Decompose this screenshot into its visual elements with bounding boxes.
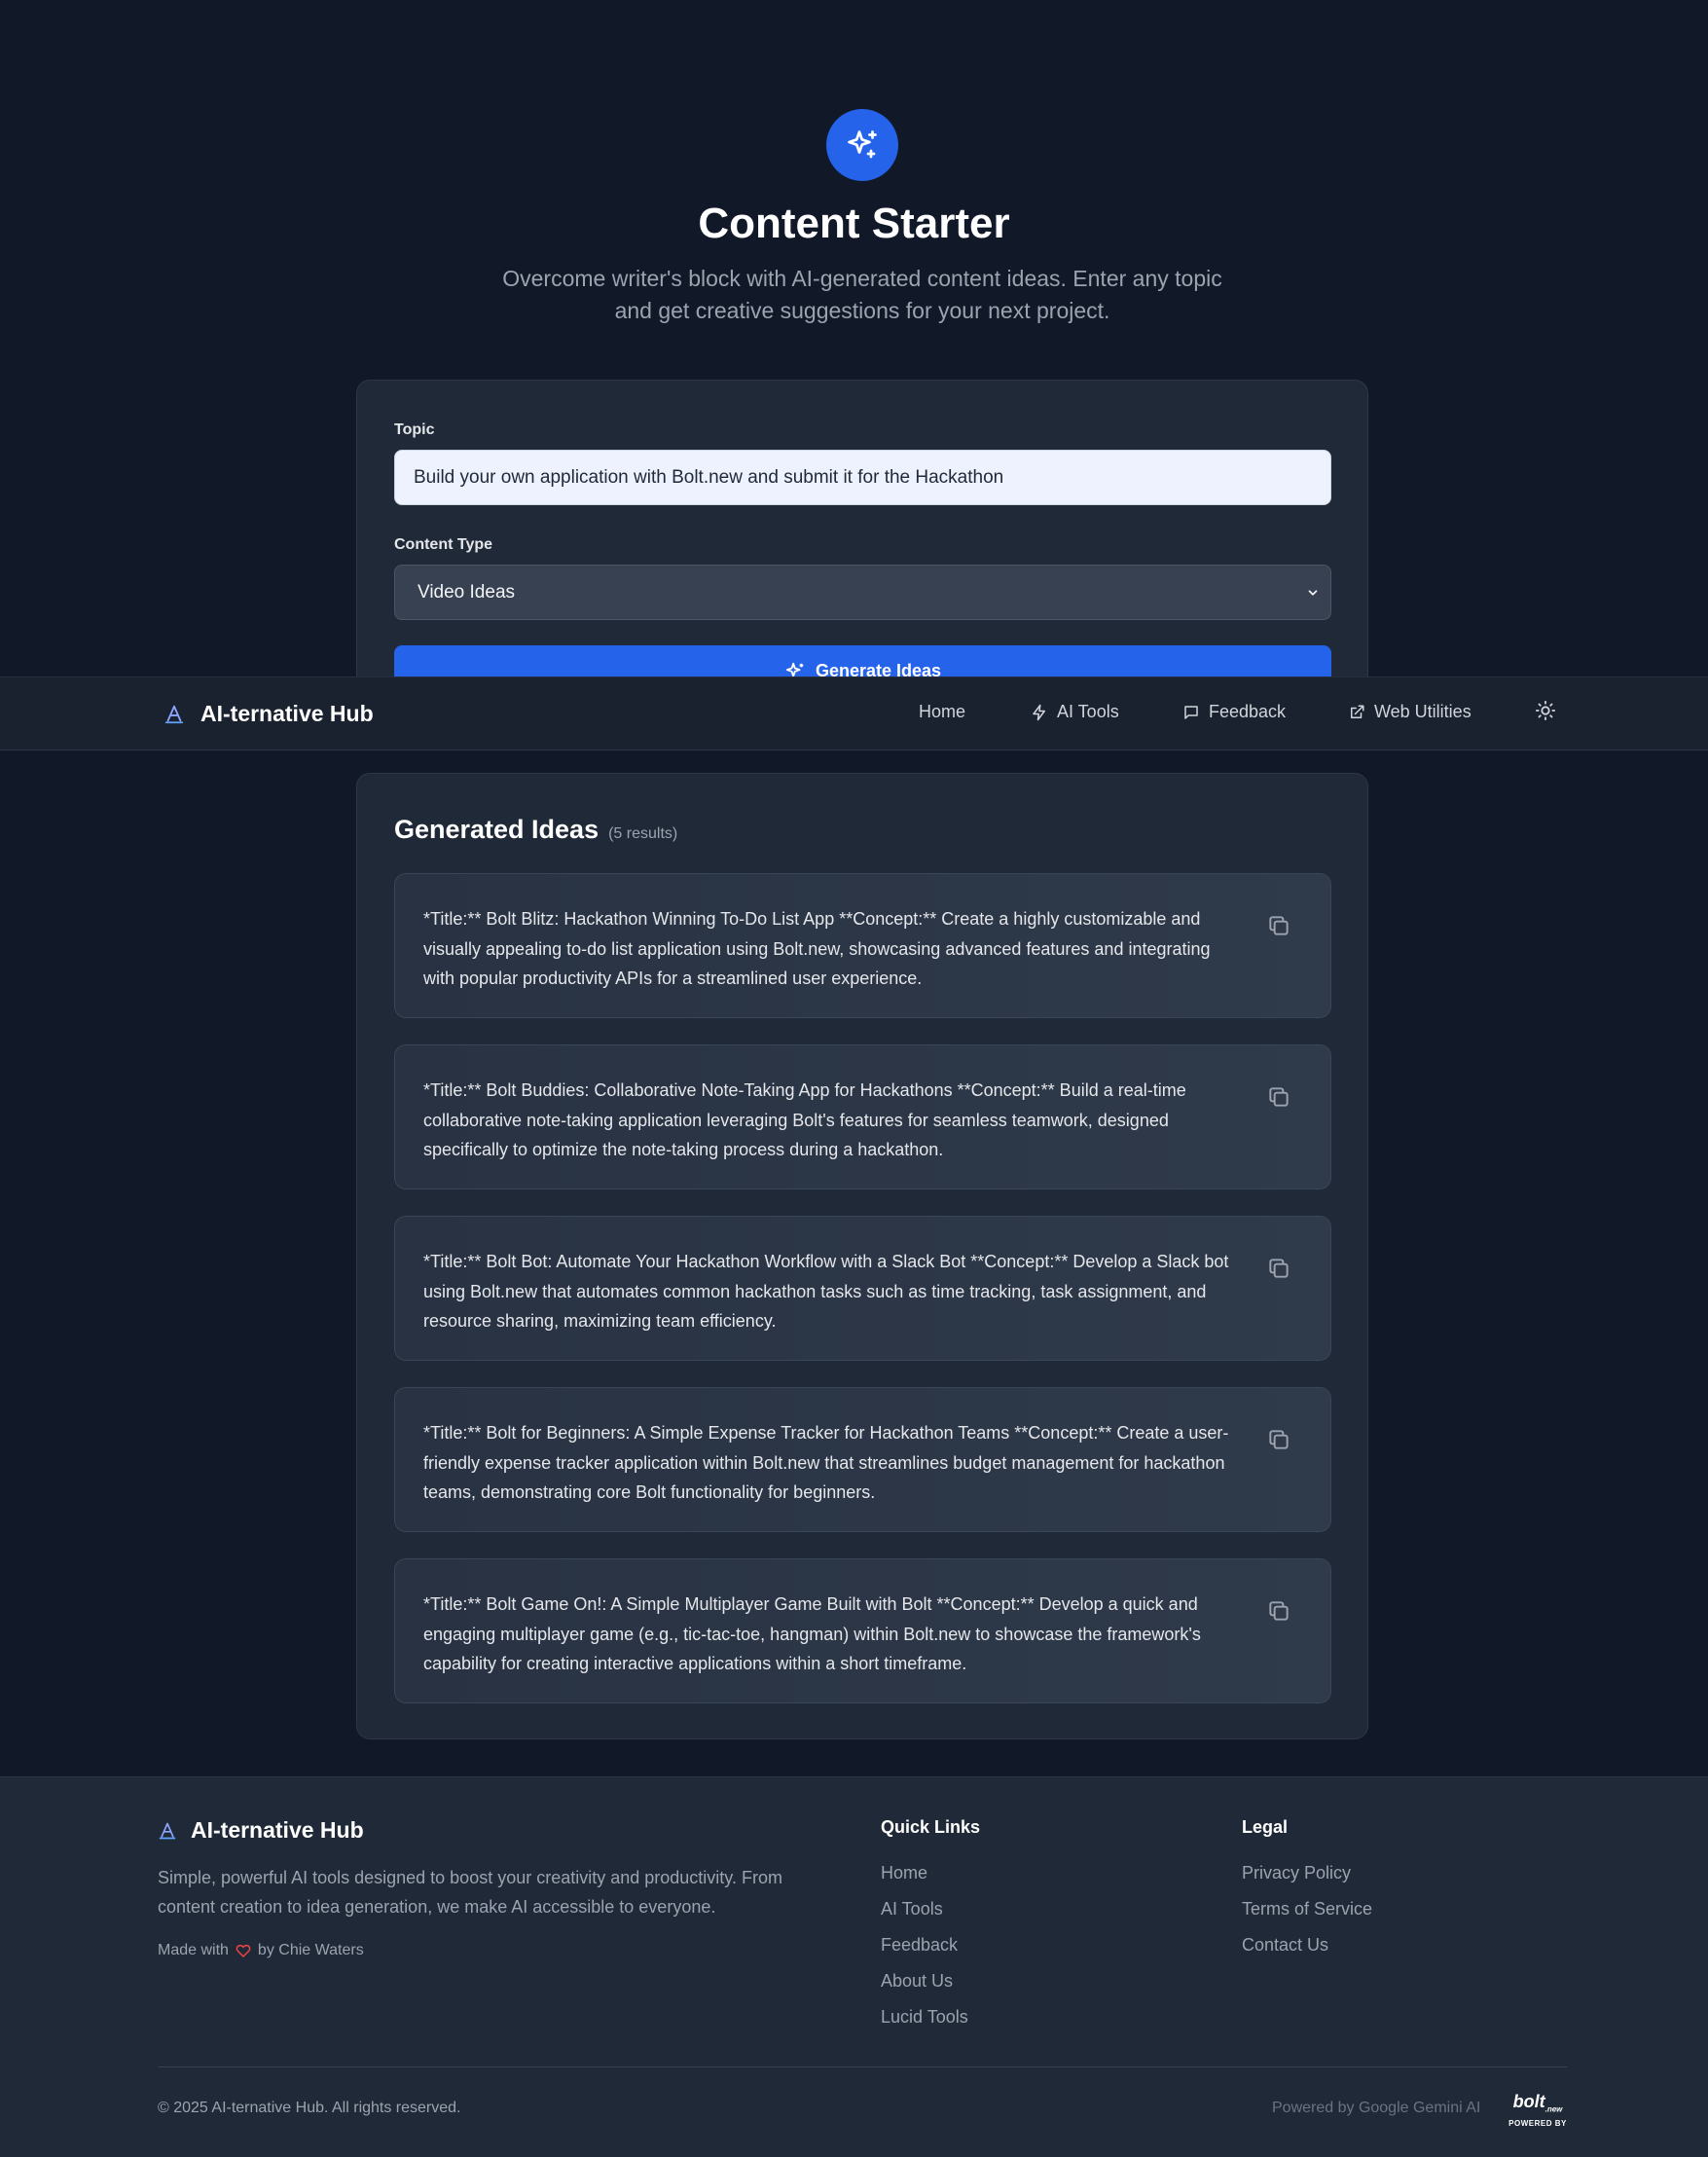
idea-card: *Title:** Bolt Bot: Automate Your Hackat… [394,1216,1331,1361]
content-type-select[interactable]: Video Ideas [394,565,1331,620]
quick-links-title: Quick Links [881,1817,981,1837]
footer-link-home[interactable]: Home [881,1863,927,1883]
results-title: Generated Ideas [394,815,600,844]
footer-link-privacy-policy[interactable]: Privacy Policy [1242,1863,1351,1883]
site-footer: AI-ternative Hub Simple, powerful AI too… [0,1776,1708,2157]
footer-description: Simple, powerful AI tools designed to bo… [158,1868,782,1917]
generated-ideas-panel: Generated Ideas (5 results) *Title:** Bo… [356,773,1368,1739]
heart-icon [236,1944,251,1957]
theme-toggle-button[interactable] [1535,700,1556,726]
nav-logo[interactable]: AI-ternative Hub [164,701,374,727]
copy-icon[interactable] [1266,1256,1291,1281]
nav-home[interactable]: Home [919,702,965,722]
nav-web-utilities-label: Web Utilities [1374,702,1472,721]
idea-text: *Title:** Bolt Blitz: Hackathon Winning … [423,909,1211,988]
footer-brand-name: AI-ternative Hub [191,1817,364,1843]
footer-link-contact-us[interactable]: Contact Us [1242,1935,1328,1956]
nav-brand: AI-ternative Hub [200,701,374,726]
idea-card: *Title:** Bolt Blitz: Hackathon Winning … [394,873,1331,1018]
idea-text: *Title:** Bolt Bot: Automate Your Hackat… [423,1252,1229,1331]
chevron-down-icon [1308,589,1318,596]
external-link-icon [1351,705,1364,718]
page-subtitle: Overcome writer's block with AI-generate… [502,266,1222,323]
footer-divider [158,2066,1567,2067]
copy-icon[interactable] [1266,1084,1291,1110]
legal-title: Legal [1242,1817,1289,1837]
idea-card: *Title:** Bolt Buddies: Collaborative No… [394,1044,1331,1189]
sun-icon [1535,700,1556,721]
nav-ai-tools[interactable]: AI Tools [1031,702,1119,722]
sparkles-icon [826,109,898,181]
footer-link-ai-tools[interactable]: AI Tools [881,1899,943,1919]
bolt-badge-sub: .new [1544,2104,1563,2114]
nav-ai-tools-label: AI Tools [1057,702,1119,721]
logo-icon [164,705,184,723]
copyright: © 2025 AI-ternative Hub. All rights rese… [158,2100,461,2116]
footer-link-feedback[interactable]: Feedback [881,1935,958,1956]
topic-label: Topic [394,421,435,438]
bolt-badge[interactable]: bolt.new POWERED BY [1508,2093,1568,2128]
made-with-suffix: by Chie Waters [257,1942,364,1958]
nav-home-label: Home [919,702,966,721]
copy-icon[interactable] [1266,913,1291,938]
zap-icon [1033,704,1045,720]
page-title: Content Starter [698,200,1010,247]
footer-link-about-us[interactable]: About Us [881,1971,953,1992]
topic-input-value: Build your own application with Bolt.new… [414,466,1004,488]
copy-icon[interactable] [1266,1427,1291,1452]
powered-by-text: Powered by Google Gemini AI [1272,2100,1481,2116]
top-navbar: AI-ternative Hub Home AI Tools Feedback … [0,676,1708,750]
footer-brand[interactable]: AI-ternative Hub [158,1817,364,1844]
idea-text: *Title:** Bolt for Beginners: A Simple E… [423,1423,1229,1502]
message-icon [1184,705,1198,719]
made-with-credit: Made with by Chie Waters [158,1942,364,1959]
bolt-badge-top: bolt [1512,2092,1545,2111]
idea-card: *Title:** Bolt for Beginners: A Simple E… [394,1387,1331,1532]
logo-icon [159,1822,176,1839]
footer-link-lucid-tools[interactable]: Lucid Tools [881,2007,968,2028]
results-count: (5 results) [608,825,678,842]
nav-feedback[interactable]: Feedback [1182,702,1286,722]
topic-input[interactable]: Build your own application with Bolt.new… [394,450,1331,505]
results-header: Generated Ideas (5 results) [394,815,677,845]
nav-web-utilities[interactable]: Web Utilities [1348,702,1472,722]
idea-text: *Title:** Bolt Game On!: A Simple Multip… [423,1594,1201,1673]
content-type-value: Video Ideas [418,581,516,603]
bolt-badge-bottom: POWERED BY [1508,2118,1567,2128]
idea-text: *Title:** Bolt Buddies: Collaborative No… [423,1080,1186,1159]
idea-card: *Title:** Bolt Game On!: A Simple Multip… [394,1558,1331,1703]
copy-icon[interactable] [1266,1598,1291,1624]
content-type-label: Content Type [394,536,493,553]
nav-feedback-label: Feedback [1209,702,1287,721]
made-with-prefix: Made with [158,1942,229,1958]
footer-link-terms-of-service[interactable]: Terms of Service [1242,1899,1372,1919]
